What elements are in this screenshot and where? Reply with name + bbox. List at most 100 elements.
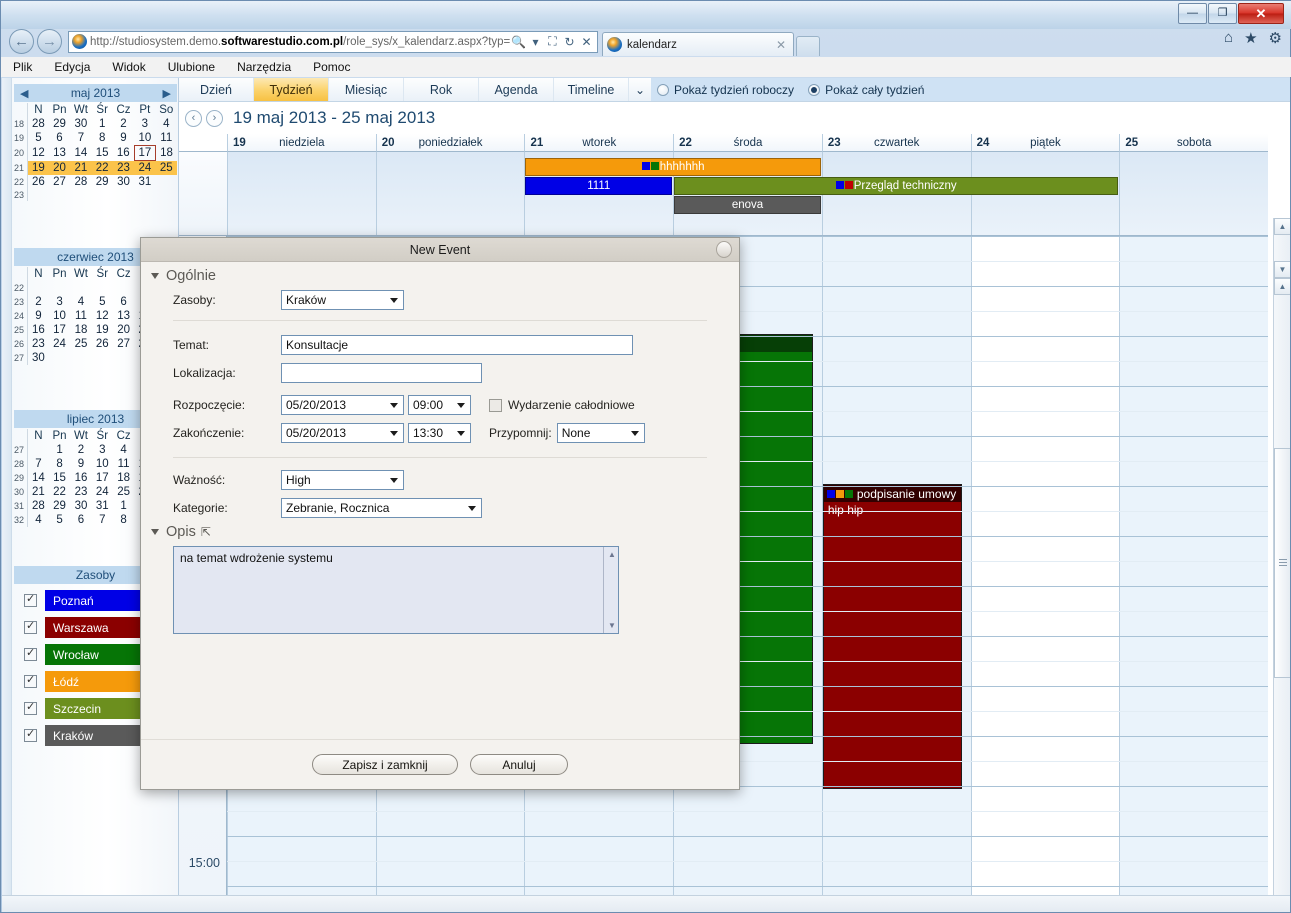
mini-day-cell[interactable] xyxy=(70,351,91,365)
desc-scroll-down-icon[interactable]: ▼ xyxy=(608,621,616,630)
mini-day-cell[interactable]: 4 xyxy=(156,117,177,131)
more-views-chevron-icon[interactable]: ⌄ xyxy=(629,78,651,101)
menu-item-narzedzia[interactable]: Narzędzia xyxy=(237,60,291,74)
resource-checkbox[interactable] xyxy=(24,727,37,742)
tab-close-icon[interactable]: ✕ xyxy=(773,38,789,52)
mini-day-cell[interactable]: 6 xyxy=(49,131,70,146)
forward-button[interactable]: → xyxy=(37,29,62,54)
mini-day-cell[interactable]: 17 xyxy=(92,471,113,485)
mini-day-cell[interactable]: 17 xyxy=(133,145,157,161)
mini-day-cell[interactable]: 9 xyxy=(28,309,49,323)
mini-day-cell[interactable]: 1 xyxy=(49,443,70,457)
mini-day-cell[interactable]: 18 xyxy=(156,146,177,161)
mini-day-cell[interactable] xyxy=(92,281,113,295)
mini-day-cell[interactable]: 8 xyxy=(113,513,134,527)
view-tab-rok[interactable]: Rok xyxy=(404,78,479,101)
menu-item-edycja[interactable]: Edycja xyxy=(54,60,90,74)
mini-day-cell[interactable]: 29 xyxy=(92,175,113,189)
resource-checkbox[interactable] xyxy=(24,700,37,715)
mini-day-cell[interactable]: 14 xyxy=(70,146,91,161)
day-header-20[interactable]: 20 poniedziałek xyxy=(375,134,525,152)
mini-day-cell[interactable]: 30 xyxy=(28,351,49,365)
all-day-event-2[interactable]: Przegląd techniczny xyxy=(674,177,1119,195)
mini-day-cell[interactable]: 23 xyxy=(28,337,49,351)
description-textarea[interactable]: na temat wdrożenie systemu ▲ ▼ xyxy=(173,546,619,634)
mini-day-cell[interactable]: 30 xyxy=(113,175,134,189)
allday-scroll-down-icon[interactable]: ▼ xyxy=(1274,261,1290,278)
mini-day-cell[interactable]: 19 xyxy=(27,160,49,175)
mini-day-cell[interactable] xyxy=(28,189,49,201)
browser-tab-kalendarz[interactable]: kalendarz ✕ xyxy=(602,32,794,56)
resource-checkbox[interactable] xyxy=(24,673,37,688)
radio-pokaz-tydzien-roboczy[interactable]: Pokaż tydzień roboczy xyxy=(657,83,794,97)
all-day-event-0[interactable]: hhhhhhh xyxy=(525,158,821,176)
mini-day-cell[interactable]: 3 xyxy=(92,443,113,457)
mini-day-cell[interactable]: 25 xyxy=(70,337,91,351)
mini-day-cell[interactable] xyxy=(70,189,91,201)
desc-scroll-up-icon[interactable]: ▲ xyxy=(608,550,616,559)
next-week-button[interactable]: › xyxy=(206,109,223,127)
end-date-select[interactable]: 05/20/2013 xyxy=(281,423,404,443)
mini-day-cell[interactable]: 19 xyxy=(92,323,113,337)
mini-day-cell[interactable] xyxy=(28,443,49,457)
mini-day-cell[interactable] xyxy=(92,189,113,201)
view-tab-timeline[interactable]: Timeline xyxy=(554,78,629,101)
mini-day-cell[interactable]: 15 xyxy=(92,146,113,161)
mini-day-cell[interactable]: 1 xyxy=(113,499,134,513)
mini-day-cell[interactable]: 8 xyxy=(92,131,113,146)
resource-checkbox[interactable] xyxy=(24,646,37,661)
chevron-down-icon[interactable]: ▾ xyxy=(527,35,544,49)
mini-next-month-icon[interactable]: ▶ xyxy=(163,87,171,100)
mini-day-cell[interactable] xyxy=(28,281,49,295)
mini-day-cell[interactable]: 7 xyxy=(70,131,91,146)
menu-item-pomoc[interactable]: Pomoc xyxy=(313,60,350,74)
mini-day-cell[interactable]: 17 xyxy=(49,323,70,337)
mini-day-cell[interactable]: 22 xyxy=(91,160,113,175)
resource-checkbox[interactable] xyxy=(24,592,37,607)
sidebar-left-scroll[interactable] xyxy=(2,78,12,912)
mini-day-cell[interactable]: 11 xyxy=(70,309,91,323)
mini-day-cell[interactable]: 16 xyxy=(28,323,49,337)
view-tab-miesiąc[interactable]: Miesiąc xyxy=(329,78,404,101)
view-tab-tydzień[interactable]: Tydzień xyxy=(254,78,329,101)
home-icon[interactable]: ⌂ xyxy=(1224,29,1233,47)
stop-icon[interactable]: ✕ xyxy=(578,35,595,49)
view-tab-dzień[interactable]: Dzień xyxy=(179,78,254,101)
mini-day-cell[interactable] xyxy=(113,351,134,365)
mini-day-cell[interactable]: 20 xyxy=(48,160,71,175)
mini-day-cell[interactable]: 3 xyxy=(49,295,70,309)
mini-day-cell[interactable]: 22 xyxy=(49,485,70,499)
new-tab-button[interactable] xyxy=(796,36,820,56)
mini-day-cell[interactable]: 4 xyxy=(28,513,49,527)
mini-day-cell[interactable]: 24 xyxy=(49,337,70,351)
mini-day-cell[interactable] xyxy=(156,175,177,189)
day-header-22[interactable]: 22 środa xyxy=(673,134,822,152)
menu-item-plik[interactable]: Plik xyxy=(13,60,32,74)
menu-item-widok[interactable]: Widok xyxy=(112,60,145,74)
allday-scrollbar[interactable]: ▲ ▼ xyxy=(1273,218,1290,278)
mini-day-cell[interactable]: 26 xyxy=(28,175,49,189)
mini-day-cell[interactable] xyxy=(113,281,134,295)
mini-day-cell[interactable]: 28 xyxy=(28,499,49,513)
mini-day-cell[interactable]: 13 xyxy=(113,309,134,323)
day-header-19[interactable]: 19 niedziela xyxy=(227,134,376,152)
back-button[interactable]: ← xyxy=(9,29,34,54)
favorites-star-icon[interactable]: ★ xyxy=(1244,29,1257,47)
all-day-event-1[interactable]: 1111 xyxy=(525,177,673,195)
all-day-column-1[interactable] xyxy=(375,152,525,235)
mini-day-cell[interactable] xyxy=(49,281,70,295)
mini-prev-month-icon[interactable]: ◀ xyxy=(20,87,28,100)
mini-day-cell[interactable]: 28 xyxy=(28,117,49,131)
mini-day-cell[interactable] xyxy=(134,189,155,201)
grid-scrollbar[interactable]: ▲ ▼ xyxy=(1273,278,1290,912)
mini-day-cell[interactable]: 21 xyxy=(70,160,92,175)
start-date-select[interactable]: 05/20/2013 xyxy=(281,395,404,415)
all-day-grid[interactable]: hhhhhhh 1111 Przegląd techniczny enova xyxy=(227,152,1268,236)
day-header-21[interactable]: 21 wtorek xyxy=(524,134,674,152)
section-general[interactable]: Ogólnie xyxy=(141,268,739,284)
mini-day-cell[interactable]: 31 xyxy=(134,175,155,189)
mini-day-cell[interactable]: 23 xyxy=(112,160,135,175)
mini-day-cell[interactable]: 20 xyxy=(113,323,134,337)
mini-day-cell[interactable]: 12 xyxy=(92,309,113,323)
mini-day-cell[interactable]: 7 xyxy=(28,457,49,471)
